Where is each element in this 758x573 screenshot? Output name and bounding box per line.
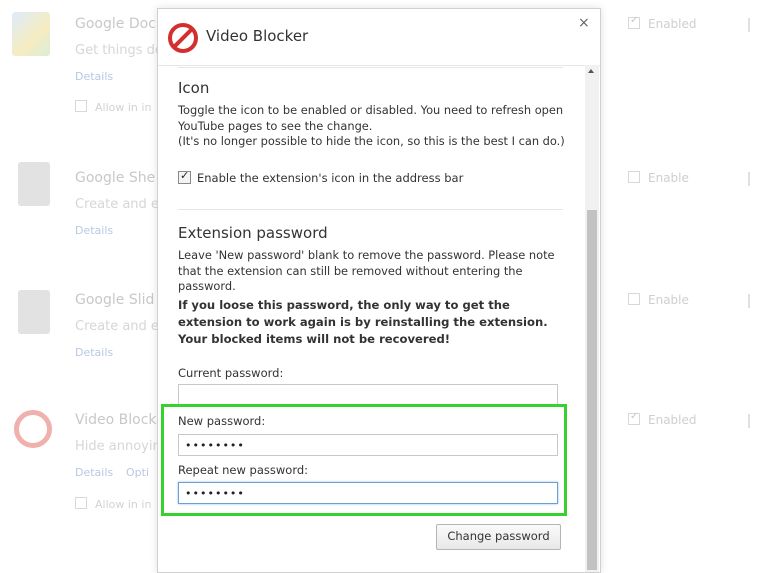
extension-description: Create and e (75, 319, 159, 334)
dialog-header: Video Blocker × (158, 9, 600, 66)
extension-description: Get things do (75, 43, 163, 58)
close-icon[interactable]: × (578, 15, 590, 31)
checkbox-icon (75, 497, 87, 509)
dialog-title: Video Blocker (206, 27, 309, 45)
checkbox-icon (75, 100, 87, 112)
allow-label: Allow in in (95, 101, 152, 114)
enable-checkbox[interactable]: Enabled (628, 15, 697, 31)
checkbox-checked-icon (178, 169, 191, 184)
enable-label: Enabled (648, 413, 697, 427)
extension-name: Google She (75, 170, 156, 186)
password-section-description: Leave 'New password' blank to remove the… (178, 248, 555, 293)
scroll-thumb[interactable] (587, 210, 597, 570)
current-password-input[interactable] (178, 384, 558, 406)
trash-icon[interactable] (748, 294, 756, 308)
icon-section-note: (It's no longer possible to hide the ico… (178, 134, 565, 148)
trash-icon[interactable] (748, 414, 756, 428)
password-section-title: Extension password (178, 224, 328, 242)
highlight-box (161, 404, 567, 516)
details-link[interactable]: Details (75, 224, 113, 237)
enable-label: Enabled (648, 17, 697, 31)
allow-incognito-checkbox[interactable]: Allow in in (75, 497, 151, 511)
extension-name: Video Block (75, 412, 157, 428)
dialog-scrollbar[interactable] (585, 65, 599, 572)
enable-label: Enable (648, 171, 689, 185)
scroll-up-icon[interactable] (588, 69, 594, 73)
enable-icon-checkbox[interactable]: Enable the extension's icon in the addre… (178, 169, 464, 185)
checkbox-icon (628, 171, 640, 183)
extension-description: Create and e (75, 197, 159, 212)
block-icon (14, 410, 52, 448)
current-password-label: Current password: (178, 366, 284, 380)
slides-icon (18, 290, 50, 334)
trash-icon[interactable] (748, 172, 756, 186)
divider (178, 209, 563, 210)
allow-incognito-checkbox[interactable]: Allow in in (75, 100, 151, 114)
enable-checkbox[interactable]: Enable (628, 293, 689, 307)
icon-section-title: Icon (178, 79, 210, 97)
block-icon (168, 23, 198, 53)
checkbox-icon (628, 293, 640, 305)
options-link[interactable]: Opti (126, 466, 149, 479)
docs-icon (12, 12, 50, 56)
enable-checkbox[interactable]: Enabled (628, 411, 697, 427)
extension-description: Hide annoyin (75, 439, 161, 454)
divider (178, 67, 563, 68)
enable-checkbox[interactable]: Enable (628, 171, 689, 185)
enable-icon-label: Enable the extension's icon in the addre… (197, 171, 464, 185)
allow-label: Allow in in (95, 498, 152, 511)
checkbox-icon (628, 15, 640, 29)
enable-label: Enable (648, 293, 689, 307)
extension-name: Google Doc (75, 16, 156, 32)
checkbox-icon (628, 411, 640, 425)
password-warning: If you loose this password, the only way… (178, 298, 548, 346)
details-link[interactable]: Details (75, 466, 113, 479)
details-link[interactable]: Details (75, 346, 113, 359)
trash-icon[interactable] (748, 18, 756, 32)
extension-name: Google Slid (75, 292, 155, 308)
icon-section-description: Toggle the icon to be enabled or disable… (178, 103, 564, 133)
change-password-button[interactable]: Change password (436, 524, 561, 550)
sheets-icon (18, 162, 50, 206)
details-link[interactable]: Details (75, 70, 113, 83)
